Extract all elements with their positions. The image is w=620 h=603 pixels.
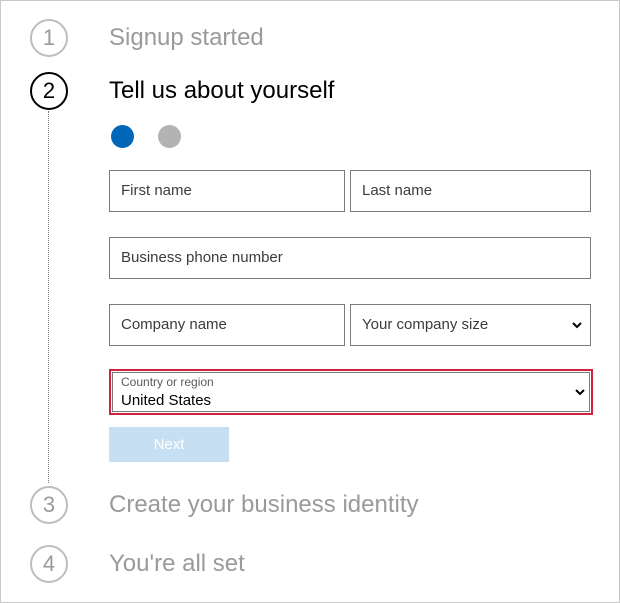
country-region-label: Country or region (121, 375, 214, 389)
company-size-selected: Your company size (362, 316, 489, 333)
business-phone-placeholder: Business phone number (121, 249, 283, 266)
first-name-placeholder: First name (121, 182, 192, 199)
signup-panel: 1 Signup started 2 Tell us about yoursel… (0, 0, 620, 603)
next-button[interactable]: Next (109, 427, 229, 462)
country-region-select[interactable]: Country or region United States (109, 369, 593, 415)
progress-dot-current (111, 125, 134, 148)
step-1-number: 1 (30, 19, 68, 57)
chevron-down-icon (572, 322, 582, 329)
progress-dot-next (158, 125, 181, 148)
last-name-field[interactable]: Last name (350, 170, 591, 212)
step-connector-line (48, 111, 49, 483)
business-phone-field[interactable]: Business phone number (109, 237, 591, 279)
first-name-field[interactable]: First name (109, 170, 345, 212)
step-3-title: Create your business identity (109, 491, 419, 518)
step-2-title: Tell us about yourself (109, 77, 335, 104)
company-name-field[interactable]: Company name (109, 304, 345, 346)
step-2-number: 2 (30, 72, 68, 110)
step-1-title: Signup started (109, 24, 264, 51)
step-4-number: 4 (30, 545, 68, 583)
company-size-select[interactable]: Your company size (350, 304, 591, 346)
step-4-title: You're all set (109, 550, 245, 577)
country-region-value: United States (121, 392, 212, 409)
chevron-down-icon (575, 389, 585, 396)
last-name-placeholder: Last name (362, 182, 433, 199)
step-3-number: 3 (30, 486, 68, 524)
company-name-placeholder: Company name (121, 316, 227, 333)
